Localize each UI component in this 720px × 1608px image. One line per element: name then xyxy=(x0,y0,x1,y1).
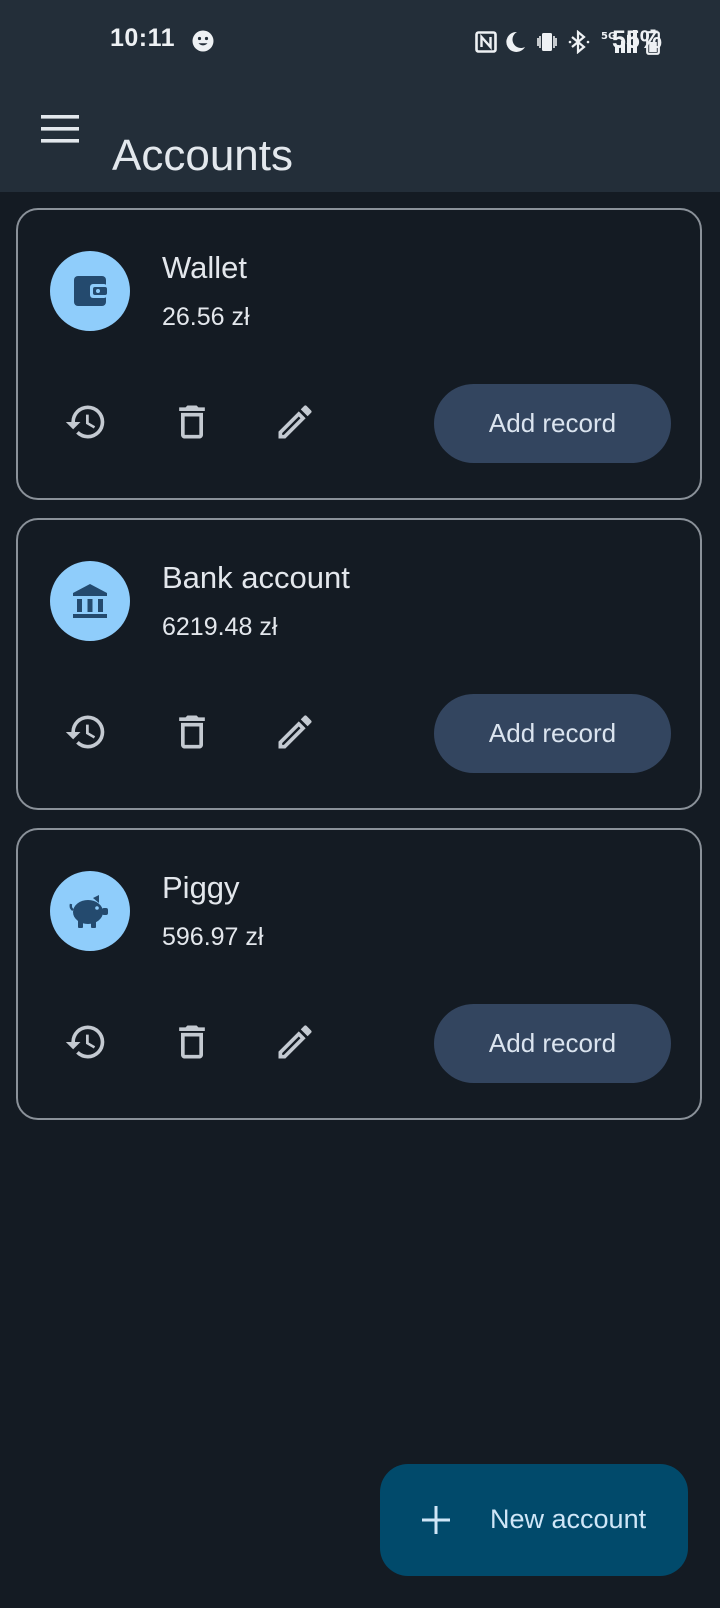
status-bar: 10:11 5G 55% xyxy=(0,0,720,84)
account-name: Bank account xyxy=(162,560,350,595)
account-name: Piggy xyxy=(162,870,240,905)
plus-icon xyxy=(422,1506,450,1534)
history-icon xyxy=(65,715,105,749)
account-avatar xyxy=(50,871,130,951)
emoji-face-icon xyxy=(192,30,214,52)
bank-icon xyxy=(73,584,107,618)
edit-icon xyxy=(278,715,312,749)
page-title: Accounts xyxy=(112,131,293,181)
nfc-icon xyxy=(475,31,497,53)
delete-icon xyxy=(179,1025,205,1059)
hamburger-menu-icon[interactable] xyxy=(40,114,80,144)
edit-button[interactable] xyxy=(273,400,317,444)
vibrate-icon xyxy=(537,33,557,51)
edit-button[interactable] xyxy=(273,1020,317,1064)
add-record-button[interactable]: Add record xyxy=(434,694,671,773)
account-card-wallet: Wallet 26.56 zł Add record xyxy=(16,208,702,500)
delete-icon xyxy=(179,405,205,439)
new-account-label: New account xyxy=(490,1504,647,1534)
account-avatar xyxy=(50,251,130,331)
edit-button[interactable] xyxy=(273,710,317,754)
app-bar: 10:11 5G 55% Accounts xyxy=(0,0,720,192)
edit-icon xyxy=(278,405,312,439)
new-account-button[interactable]: New account xyxy=(380,1464,688,1576)
delete-button[interactable] xyxy=(170,400,214,444)
account-balance: 596.97 zł xyxy=(162,923,264,951)
account-balance: 26.56 zł xyxy=(162,303,250,331)
delete-icon xyxy=(179,715,205,749)
history-icon xyxy=(65,405,105,439)
delete-button[interactable] xyxy=(170,710,214,754)
wallet-icon xyxy=(74,276,107,306)
history-button[interactable] xyxy=(64,400,108,444)
account-name: Wallet xyxy=(162,250,247,285)
piggy-bank-icon xyxy=(69,895,108,928)
account-avatar xyxy=(50,561,130,641)
delete-button[interactable] xyxy=(170,1020,214,1064)
history-icon xyxy=(65,1025,105,1059)
history-button[interactable] xyxy=(64,1020,108,1064)
history-button[interactable] xyxy=(64,710,108,754)
add-record-button[interactable]: Add record xyxy=(434,1004,671,1083)
edit-icon xyxy=(278,1025,312,1059)
bluetooth-icon xyxy=(568,30,590,54)
add-record-button[interactable]: Add record xyxy=(434,384,671,463)
account-card-bank-account: Bank account 6219.48 zł Add record xyxy=(16,518,702,810)
account-balance: 6219.48 zł xyxy=(162,613,278,641)
moon-icon xyxy=(506,31,525,52)
battery-percentage: 55% xyxy=(612,26,663,54)
status-time: 10:11 xyxy=(110,24,176,52)
account-card-piggy: Piggy 596.97 zł Add record xyxy=(16,828,702,1120)
